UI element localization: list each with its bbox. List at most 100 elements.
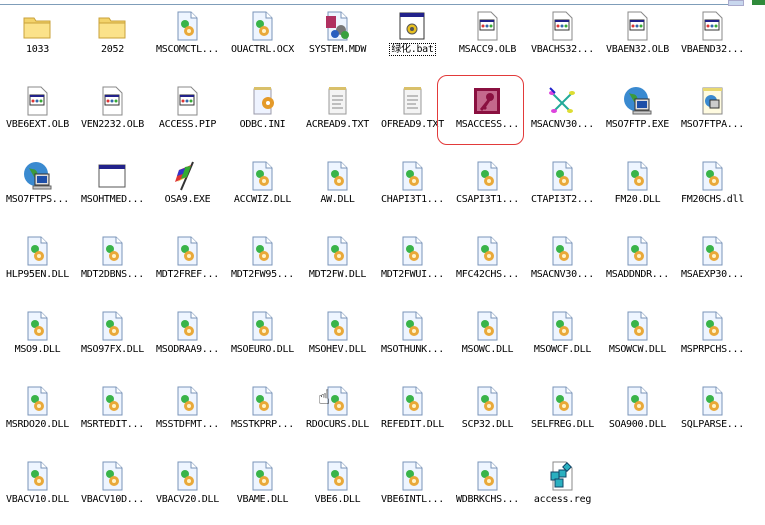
file-item[interactable]: VBE6.DLL [300,455,375,525]
file-name: ACCESS.PIP [158,119,217,130]
file-item[interactable]: VBACV10D... [75,455,150,525]
ini-icon [246,85,278,117]
file-item[interactable]: VBAEN32.OLB [600,5,675,75]
file-item[interactable]: MSSTDFMT... [150,380,225,450]
dll-icon [621,310,653,342]
file-item[interactable]: MSO9.DLL [0,305,75,375]
file-item[interactable]: MSO97FX.DLL [75,305,150,375]
file-item[interactable]: MSCOMCTL... [150,5,225,75]
file-item[interactable]: SOA900.DLL [600,380,675,450]
file-item[interactable]: MSOWCW.DLL [600,305,675,375]
file-item[interactable]: VBAME.DLL [225,455,300,525]
file-item-label: MSO9.DLL [0,343,77,356]
file-item[interactable]: MSACC9.OLB [450,5,525,75]
file-item[interactable]: SYSTEM.MDW [300,5,375,75]
file-item[interactable]: access.reg [525,455,600,525]
file-item-label: VBAEND32... [673,43,752,56]
file-item[interactable]: 绿化.bat [375,5,450,75]
file-item[interactable]: MDT2FREF... [150,230,225,300]
file-name: RDOCURS.DLL [306,419,369,430]
file-item[interactable]: MSPRPCHS... [675,305,750,375]
file-item-label: CSAPI3T1... [448,193,527,206]
file-item[interactable]: MSOEURO.DLL [225,305,300,375]
file-item[interactable]: MSOWCF.DLL [525,305,600,375]
file-item[interactable]: MSACNV30... [525,230,600,300]
file-item[interactable]: REFEDIT.DLL [375,380,450,450]
file-item[interactable]: MSADDNDR... [600,230,675,300]
file-item[interactable]: MSOHEV.DLL [300,305,375,375]
file-item[interactable]: CTAPI3T2... [525,155,600,225]
selection-highlight [437,75,524,145]
file-item[interactable]: MSRDO20.DLL [0,380,75,450]
file-item[interactable]: MDT2FW.DLL [300,230,375,300]
folder-icon [96,10,128,42]
file-item[interactable]: ACREAD9.TXT [300,80,375,150]
file-item[interactable]: VEN2232.OLB [75,80,150,150]
file-item[interactable]: ACCESS.PIP [150,80,225,150]
file-name: MSAEXP30... [681,269,744,280]
file-item[interactable]: 2052 [75,5,150,75]
file-item[interactable]: MSO7FTP.EXE [600,80,675,150]
file-name: VBE6INTL... [381,494,444,505]
file-item[interactable]: VBACV10.DLL [0,455,75,525]
file-item[interactable]: MSACNV30... [525,80,600,150]
file-item[interactable]: SQLPARSE... [675,380,750,450]
dll-icon [171,310,203,342]
file-name: access.reg [533,494,592,505]
file-name: MSO7FTP.EXE [606,119,669,130]
file-item[interactable]: AW.DLL [300,155,375,225]
file-item[interactable]: RDOCURS.DLL [300,380,375,450]
file-item[interactable]: MSODRAA9... [150,305,225,375]
file-item[interactable]: MSO7FTPA... [675,80,750,150]
file-item[interactable]: MSOWC.DLL [450,305,525,375]
file-item[interactable]: MSO7FTPS... [0,155,75,225]
file-item-label: VBE6.DLL [298,493,377,506]
dll-icon [621,235,653,267]
file-item[interactable]: MSSTKPRP... [225,380,300,450]
file-item[interactable]: SCP32.DLL [450,380,525,450]
file-item[interactable]: VBE6INTL... [375,455,450,525]
file-name: ODBC.INI [239,119,286,130]
file-name: 2052 [101,44,124,55]
file-item[interactable]: MDT2FWUI... [375,230,450,300]
file-item[interactable]: OSA9.EXE [150,155,225,225]
file-name: MSO7FTPS... [6,194,69,205]
file-item[interactable]: 1033 [0,5,75,75]
dll-icon [246,160,278,192]
dll-icon [471,385,503,417]
file-item[interactable]: ACCWIZ.DLL [225,155,300,225]
file-item[interactable]: FM20CHS.dll [675,155,750,225]
file-name: FM20.DLL [614,194,661,205]
file-name: MSSTDFMT... [156,419,219,430]
file-item[interactable]: MSRTEDIT... [75,380,150,450]
file-name: MDT2FW95... [231,269,294,280]
file-item[interactable]: CHAPI3T1... [375,155,450,225]
dll-icon [246,10,278,42]
file-item[interactable]: MDT2DBNS... [75,230,150,300]
hand-cursor-icon: ☝ [318,385,331,409]
file-item[interactable]: SELFREG.DLL [525,380,600,450]
file-item[interactable]: VBAEND32... [675,5,750,75]
dll-icon [546,310,578,342]
file-item[interactable]: HLP95EN.DLL [0,230,75,300]
file-item[interactable]: ODBC.INI [225,80,300,150]
file-item[interactable]: MSOHTMED... [75,155,150,225]
file-item[interactable]: MFC42CHS... [450,230,525,300]
file-item[interactable]: VBE6EXT.OLB [0,80,75,150]
dll-icon [696,235,728,267]
file-item-label: CTAPI3T2... [523,193,602,206]
file-item[interactable]: MDT2FW95... [225,230,300,300]
file-item[interactable]: FM20.DLL [600,155,675,225]
dll-icon [396,235,428,267]
file-item-label: VBE6INTL... [373,493,452,506]
file-item[interactable]: VBACV20.DLL [150,455,225,525]
file-item[interactable]: CSAPI3T1... [450,155,525,225]
file-item[interactable]: MSAEXP30... [675,230,750,300]
dll-icon [321,160,353,192]
file-item[interactable]: VBACHS32... [525,5,600,75]
file-item[interactable]: WDBRKCHS... [450,455,525,525]
file-item[interactable]: OUACTRL.OCX [225,5,300,75]
file-name: CSAPI3T1... [456,194,519,205]
file-item[interactable]: MSOTHUNK... [375,305,450,375]
file-name: MDT2FW.DLL [308,269,367,280]
